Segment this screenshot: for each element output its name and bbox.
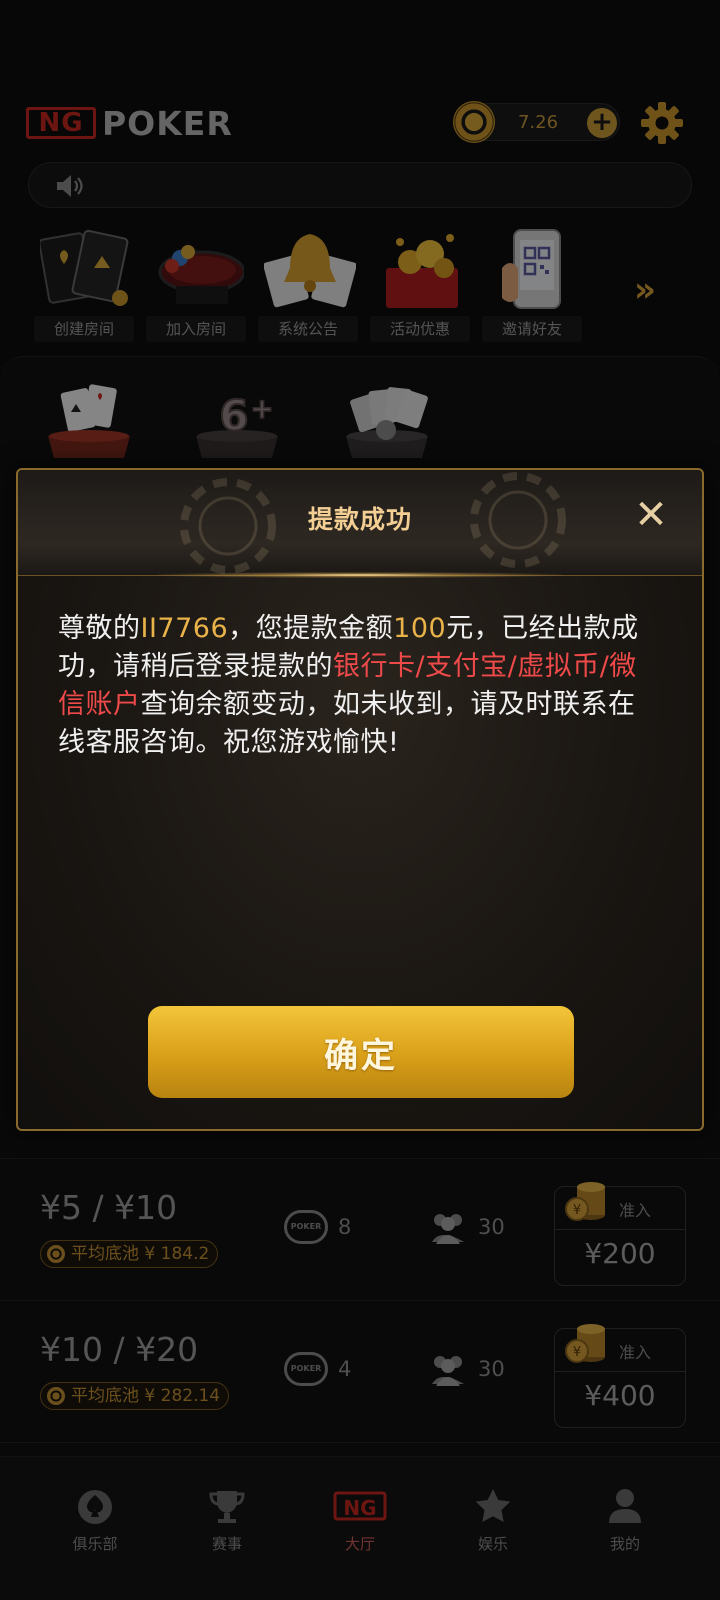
dialog-header: 提款成功 ✕ xyxy=(18,470,702,578)
confirm-button[interactable]: 确定 xyxy=(148,1006,574,1098)
withdrawal-success-dialog: 提款成功 ✕ 尊敬的II7766，您提款金额100元，已经出款成功，请稍后登录提… xyxy=(16,468,704,1131)
dialog-title: 提款成功 xyxy=(307,505,412,534)
message-text: 查询余额变动，如未收到，请及时联系在线客服咨询。祝您游戏愉快! xyxy=(58,689,636,758)
dialog-message: 尊敬的II7766，您提款金额100元，已经出款成功，请稍后登录提款的银行卡/支… xyxy=(58,610,662,762)
close-icon[interactable]: ✕ xyxy=(634,495,668,535)
message-text: 尊敬的 xyxy=(58,613,141,644)
amount-highlight: 100 xyxy=(393,613,447,644)
username-highlight: II7766 xyxy=(140,613,229,644)
header-glow xyxy=(158,572,562,578)
message-text: ，您提款金额 xyxy=(228,613,394,644)
